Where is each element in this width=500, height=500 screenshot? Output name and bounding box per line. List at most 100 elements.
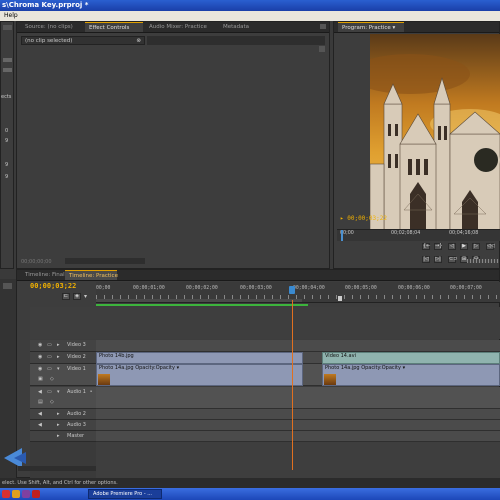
keyframe-icon[interactable]: ◇ (50, 376, 54, 382)
mark-in-button[interactable]: {← (422, 243, 430, 250)
lock-icon[interactable]: ▭ (47, 354, 52, 360)
track-row-video3[interactable] (96, 340, 500, 352)
program-monitor: Program: Practice ▾ ▸ 00;00;03;22 00;00 … (333, 21, 500, 269)
waveform-icon[interactable]: ▤ (38, 399, 43, 405)
step-back-button[interactable]: ◁ (448, 243, 456, 250)
value-3: 9 (5, 174, 9, 180)
playhead-line[interactable] (292, 300, 293, 470)
program-tabs: Program: Practice ▾ (334, 22, 499, 33)
speaker-icon[interactable]: ◀ (38, 389, 42, 395)
rewind-button[interactable]: ◁◁ (486, 243, 495, 250)
track-row-audio3[interactable] (96, 420, 500, 431)
collapse-icon[interactable]: ▾ (57, 389, 60, 395)
add-marker-icon[interactable]: ▾ (84, 293, 87, 300)
track-header-audio2[interactable]: ◀ ▸ Audio 2 (30, 409, 96, 420)
clip-video-14[interactable]: Video 14.avi (322, 352, 500, 364)
clip-photo-14a-2[interactable]: Photo 14a.jpg Opacity:Opacity ▾ (322, 364, 500, 386)
playhead-handle[interactable] (289, 286, 295, 294)
quicklaunch-icon[interactable] (12, 490, 20, 498)
track-row-audio2[interactable] (96, 409, 500, 420)
tab-effect-controls[interactable]: Effect Controls (85, 22, 143, 32)
ruler-label: 00;02;08;04 (391, 231, 421, 236)
ruler-label: 00;00;05;00 (345, 286, 377, 291)
tab-metadata[interactable]: Metadata (219, 22, 259, 32)
speaker-icon[interactable]: ◀ (38, 422, 42, 428)
timeline-timecode[interactable]: 00;00;03;22 (30, 282, 76, 290)
expand-icon[interactable]: ▸ (57, 354, 60, 360)
ruler-label: 00;04;16;08 (449, 231, 479, 236)
lock-icon[interactable]: ▭ (47, 366, 52, 372)
work-area-end[interactable] (338, 296, 342, 301)
tab-timeline-final[interactable]: Timeline: Final (21, 270, 65, 280)
track-row-master[interactable] (96, 431, 500, 442)
keyframe-icon[interactable]: ◇ (50, 399, 54, 405)
menu-help[interactable]: Help (4, 12, 18, 19)
taskbar: Adobe Premiere Pro - ... (0, 488, 500, 500)
taskbar-app-button[interactable]: Adobe Premiere Pro - ... (88, 489, 162, 499)
mark-out-button[interactable]: →} (434, 243, 442, 250)
ruler-label: 00;00;01;00 (133, 286, 165, 291)
tab-audio-mixer[interactable]: Audio Mixer: Practice (145, 22, 217, 32)
quicklaunch-icon[interactable] (32, 490, 40, 498)
render-bar (96, 304, 308, 306)
track-header-master[interactable]: ▸ Master (30, 431, 96, 442)
tab-program[interactable]: Program: Practice ▾ (338, 22, 404, 32)
chevron-down-icon[interactable]: ▾ (393, 25, 396, 31)
work-area-bar[interactable] (96, 299, 302, 302)
collapse-icon[interactable]: ▾ (57, 366, 60, 372)
value-0: 0 (5, 128, 9, 134)
panel-icon (3, 68, 12, 72)
expand-icon[interactable]: ▸ (57, 433, 60, 439)
step-forward-button[interactable]: ▷ (472, 243, 480, 250)
tab-source[interactable]: Source: (no clips) (21, 22, 83, 32)
quicklaunch-icon[interactable] (22, 490, 30, 498)
timeline-zoom-slider[interactable] (18, 466, 96, 471)
eye-icon[interactable]: ◉ (38, 354, 42, 360)
program-playhead[interactable] (341, 230, 343, 241)
speaker-icon[interactable]: ◀ (38, 411, 42, 417)
program-timecode: ▸ 00;00;03;22 (340, 215, 387, 222)
tool-icon[interactable] (3, 283, 12, 289)
go-to-out-button[interactable]: ▷| (434, 256, 442, 263)
clip-photo-14b[interactable]: Photo 14b.jpg (96, 352, 303, 364)
jog-shuttle[interactable] (467, 259, 499, 263)
status-bar: elect. Use Shift, Alt, and Ctrl for othe… (0, 478, 500, 488)
go-to-in-button[interactable]: |◁ (422, 256, 430, 263)
ruler-label: 00;00 (96, 286, 111, 291)
tab-timeline-practice[interactable]: Timeline: Practice (65, 270, 118, 280)
track-header-audio1[interactable]: ◀ ▭ ▾ Audio 1 ⁍ ▤ ◇ (30, 387, 96, 409)
track-header-video1[interactable]: ◉ ▭ ▾ Video 1 ▣ ◇ (30, 364, 96, 386)
loop-button[interactable]: ⊂⊃ (448, 256, 457, 263)
track-label-master: Master (67, 433, 85, 439)
program-ruler[interactable]: 00;00 00;02;08;04 00;04;16;08 (337, 229, 500, 241)
track-header-empty (30, 442, 96, 478)
eye-icon[interactable]: ◉ (38, 366, 42, 372)
start-icon[interactable] (2, 490, 10, 498)
eye-icon[interactable]: ◉ (38, 342, 42, 348)
expand-icon[interactable]: ▸ (57, 411, 60, 417)
lock-icon[interactable]: ▭ (47, 389, 52, 395)
track-header-audio3[interactable]: ◀ ▸ Audio 3 (30, 420, 96, 431)
snap-icon[interactable]: ⊏ (62, 293, 70, 300)
zoom-slider[interactable] (65, 258, 145, 264)
ruler-label: 00;00;07;00 (450, 286, 482, 291)
source-timecode: 00;00;00;00 (21, 259, 52, 265)
clip-photo-14a[interactable]: Photo 14a.jpg Opacity:Opacity ▾ (96, 364, 303, 386)
track-header-video3[interactable]: ◉ ▭ ▸ Video 3 (30, 340, 96, 352)
track-row-audio1[interactable] (96, 387, 500, 409)
close-icon[interactable]: ⊗ (136, 37, 141, 45)
track-header-video2[interactable]: ◉ ▭ ▸ Video 2 (30, 352, 96, 364)
effects-panel-edge: ects 0 9 9 9 (0, 21, 14, 269)
stereo-icon: ⁍ (90, 389, 93, 395)
effects-timeline-area (147, 36, 325, 45)
display-style-icon[interactable]: ▣ (38, 376, 43, 382)
expand-icon[interactable]: ▸ (57, 422, 60, 428)
expand-icon[interactable]: ▸ (57, 342, 60, 348)
play-button[interactable]: ▶ (460, 243, 468, 250)
panel-menu-icon[interactable] (320, 24, 326, 29)
lock-icon[interactable]: ▭ (47, 342, 52, 348)
scroll-up-icon[interactable] (319, 46, 325, 52)
clip-selector[interactable]: (no clip selected) ⊗ (21, 36, 145, 45)
track-label-audio3: Audio 3 (67, 422, 86, 428)
marker-icon[interactable]: ◈ (73, 293, 81, 300)
